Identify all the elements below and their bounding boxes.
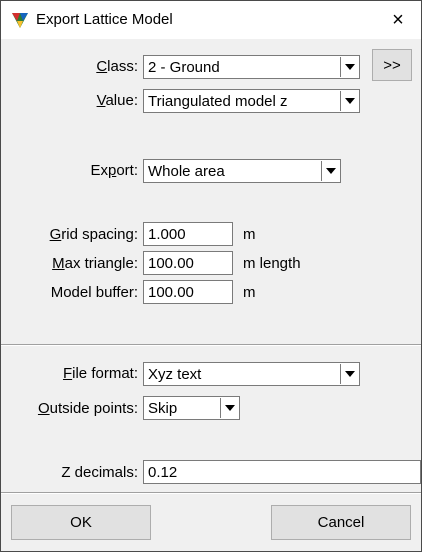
export-lattice-model-dialog: Export Lattice Model × Class: 2 - Ground… [0, 0, 422, 552]
outside-points-label: Outside points: [37, 400, 138, 417]
class-more-button[interactable]: >> [372, 49, 412, 81]
file-format-value: Xyz text [148, 366, 202, 383]
grid-spacing-unit: m [243, 226, 256, 243]
grid-spacing-label: Grid spacing: [49, 226, 138, 243]
export-label: Export: [90, 162, 138, 179]
chevron-down-icon[interactable] [340, 364, 358, 384]
outside-points-select[interactable]: Skip [143, 396, 240, 420]
z-decimals-label: Z decimals: [61, 464, 138, 481]
value-label: Value: [96, 92, 138, 109]
divider [1, 344, 421, 346]
value-select[interactable]: Triangulated model z [143, 89, 360, 113]
class-select[interactable]: 2 - Ground [143, 55, 360, 79]
chevron-down-icon[interactable] [340, 57, 358, 77]
max-triangle-label: Max triangle: [52, 255, 138, 272]
max-triangle-input[interactable]: 100.00 [143, 251, 233, 275]
class-label: Class: [96, 58, 138, 75]
model-buffer-label: Model buffer: [50, 284, 138, 301]
app-icon [12, 13, 28, 28]
model-buffer-input[interactable]: 100.00 [143, 280, 233, 304]
value-value: Triangulated model z [148, 93, 288, 110]
export-value: Whole area [148, 163, 225, 180]
ok-button[interactable]: OK [11, 505, 151, 540]
grid-spacing-input[interactable]: 1.000 [143, 222, 233, 246]
title-bar: Export Lattice Model × [1, 1, 421, 39]
class-value: 2 - Ground [148, 59, 220, 76]
model-buffer-unit: m [243, 284, 256, 301]
max-triangle-unit: m length [243, 255, 301, 272]
z-decimals-input[interactable]: 0.12 [143, 460, 421, 484]
export-select[interactable]: Whole area [143, 159, 341, 183]
chevron-down-icon[interactable] [340, 91, 358, 111]
window-title: Export Lattice Model [36, 11, 173, 28]
cancel-button[interactable]: Cancel [271, 505, 411, 540]
file-format-select[interactable]: Xyz text [143, 362, 360, 386]
close-icon[interactable]: × [375, 1, 421, 39]
chevron-down-icon[interactable] [321, 161, 339, 181]
outside-points-value: Skip [148, 400, 178, 417]
file-format-label: File format: [62, 365, 138, 382]
divider [1, 492, 421, 494]
chevron-down-icon[interactable] [220, 398, 238, 418]
